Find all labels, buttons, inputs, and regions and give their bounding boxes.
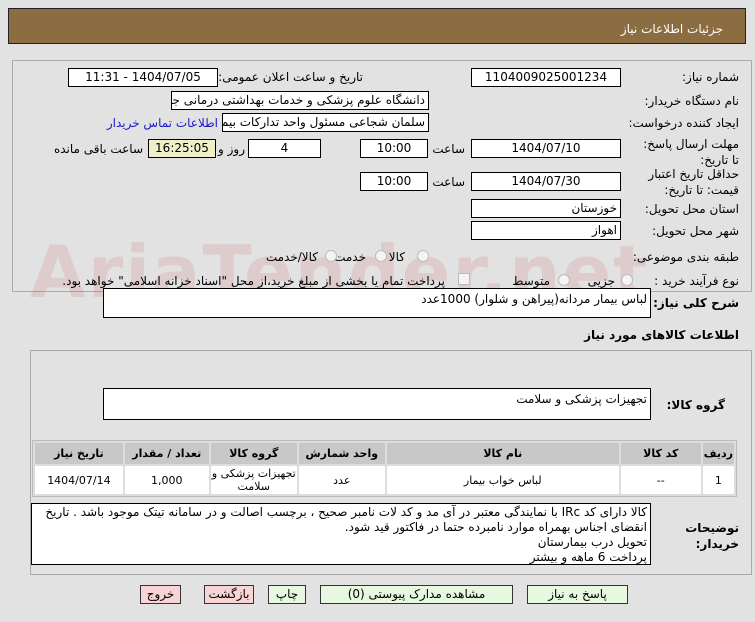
goods-section-title: اطلاعات کالاهای مورد نیاز [584, 328, 739, 342]
deadline-date-field[interactable]: 1404/07/10 [471, 139, 621, 158]
days-label: روز و [218, 142, 245, 156]
cell-unit: عدد [298, 466, 385, 494]
col-qty: تعداد / مقدار [124, 443, 209, 464]
process-radio-medium[interactable] [558, 274, 570, 286]
col-group: گروه کالا [210, 443, 297, 464]
announce-field[interactable]: 1404/07/05 - 11:31 [68, 68, 218, 87]
treasury-payment-checkbox[interactable] [458, 273, 470, 285]
announce-label: تاریخ و ساعت اعلان عمومی: [218, 70, 363, 84]
need-number-label: شماره نیاز: [682, 70, 739, 84]
days-field: 4 [248, 139, 321, 158]
notes-line: پرداخت 6 ماهه و بیشتر [529, 550, 647, 564]
remaining-time: 16:25:05 [148, 139, 216, 158]
summary-label: شرح کلی نیاز: [653, 296, 739, 310]
goods-group-label: گروه کالا: [666, 398, 725, 412]
page-header: جزئیات اطلاعات نیاز [8, 8, 746, 44]
category-option-service: خدمت [334, 250, 366, 264]
category-radio-goods-service[interactable] [325, 250, 337, 262]
validity-label: حداقل تاریخ اعتبار قیمت: تا تاریخ: [648, 167, 739, 197]
col-name: نام کالا [386, 443, 619, 464]
deadline-time-field[interactable]: 10:00 [360, 139, 428, 158]
goods-group-textarea[interactable]: تجهیزات پزشکی و سلامت [103, 388, 651, 420]
summary-textarea[interactable]: لباس بیمار مردانه(پیراهن و شلوار) 1000عد… [103, 288, 651, 318]
notes-line: تحویل درب بیمارستان [537, 535, 647, 549]
category-option-goods-service: کالا/خدمت [265, 250, 318, 264]
cell-name: لباس خواب بیمار [386, 466, 619, 494]
notes-line: کالا دارای کد IRc با نمایندگی معتبر در آ… [45, 505, 647, 534]
city-label: شهر محل تحویل: [652, 224, 739, 238]
category-radio-goods[interactable] [417, 250, 429, 262]
table-header-row: ردیف کد کالا نام کالا واحد شمارش گروه کا… [35, 443, 734, 464]
table-row: 1 -- لباس خواب بیمار عدد تجهیزات پزشکی و… [35, 466, 734, 494]
notes-textarea[interactable]: کالا دارای کد IRc با نمایندگی معتبر در آ… [31, 503, 651, 565]
col-code: کد کالا [620, 443, 701, 464]
back-button[interactable]: بازگشت [204, 585, 254, 604]
process-option-minor: جزیی [587, 274, 615, 288]
buyer-org-field[interactable]: دانشگاه علوم پزشکی و خدمات بهداشتی درمان… [171, 91, 429, 110]
province-label: استان محل تحویل: [644, 202, 739, 216]
col-date: تاریخ نیاز [35, 443, 123, 464]
col-unit: واحد شمارش [298, 443, 385, 464]
need-number-field[interactable]: 1104009025001234 [471, 68, 621, 87]
cell-date: 1404/07/14 [35, 466, 123, 494]
exit-button[interactable]: خروج [140, 585, 181, 604]
col-row: ردیف [702, 443, 734, 464]
view-attachments-button[interactable]: مشاهده مدارک پیوستی (0) [320, 585, 513, 604]
validity-date-field[interactable]: 1404/07/30 [471, 172, 621, 191]
city-field[interactable]: اهواز [471, 221, 621, 240]
cell-qty: 1,000 [124, 466, 209, 494]
cell-group: تجهیزات پزشکی و سلامت [210, 466, 297, 494]
buyer-contact-link[interactable]: اطلاعات تماس خریدار [107, 116, 218, 130]
reply-button[interactable]: پاسخ به نیاز [527, 585, 628, 604]
process-option-medium: متوسط [512, 274, 550, 288]
process-label: نوع فرآیند خرید : [654, 274, 739, 288]
province-field[interactable]: خوزستان [471, 199, 621, 218]
notes-label: توضیحات خریدار: [685, 521, 739, 551]
remaining-label: ساعت باقی مانده [53, 142, 143, 156]
creator-label: ایجاد کننده درخواست: [628, 116, 739, 130]
category-label: طبقه بندی موضوعی: [632, 250, 739, 264]
validity-time-field[interactable]: 10:00 [360, 172, 428, 191]
category-option-goods: کالا [388, 250, 405, 264]
page-title: جزئیات اطلاعات نیاز [620, 22, 723, 36]
process-radio-minor[interactable] [621, 274, 633, 286]
creator-field[interactable]: سلمان شجاعی مسئول واحد تدارکات بیمارستان… [222, 113, 429, 132]
deadline-time-label: ساعت [432, 142, 465, 156]
print-button[interactable]: چاپ [268, 585, 306, 604]
deadline-label: مهلت ارسال پاسخ: تا تاریخ: [643, 137, 739, 167]
cell-code: -- [620, 466, 701, 494]
validity-time-label: ساعت [432, 175, 465, 189]
treasury-payment-note: پرداخت تمام یا بخشی از مبلغ خرید،از محل … [62, 274, 445, 288]
buyer-org-label: نام دستگاه خریدار: [644, 94, 740, 108]
goods-table: ردیف کد کالا نام کالا واحد شمارش گروه کا… [32, 440, 737, 497]
cell-row: 1 [702, 466, 734, 494]
category-radio-service[interactable] [375, 250, 387, 262]
